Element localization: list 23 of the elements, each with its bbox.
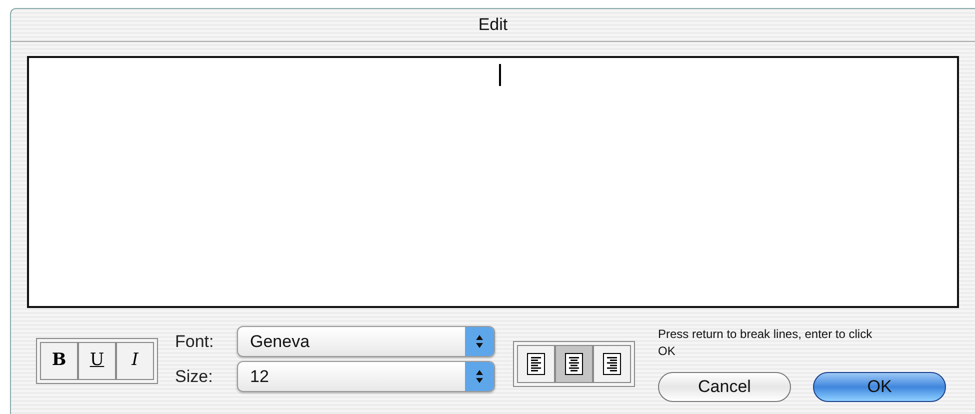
cancel-button[interactable]: Cancel <box>658 372 791 402</box>
align-button[interactable] <box>593 345 631 383</box>
text-cursor <box>499 64 501 86</box>
stepper-arrows-icon <box>465 327 494 356</box>
hint-text: Press return to break lines, enter to click OK <box>658 326 873 360</box>
align-center-icon <box>565 353 583 375</box>
stepper-arrows-icon <box>465 362 494 391</box>
align-left-icon <box>527 353 545 375</box>
size-select[interactable]: 12 <box>237 361 495 392</box>
ok-button[interactable]: OK <box>813 372 946 402</box>
font-select[interactable]: Geneva <box>237 326 495 357</box>
text-style-button[interactable]: B <box>40 342 78 380</box>
text-area[interactable] <box>27 56 959 308</box>
size-label: Size: <box>175 366 214 388</box>
align-button[interactable] <box>517 345 555 383</box>
font-label: Font: <box>175 330 215 353</box>
window-title: Edit <box>478 14 508 36</box>
font-value: Geneva <box>250 330 310 353</box>
align-right-icon <box>603 353 621 375</box>
text-style-button[interactable]: U <box>78 342 116 380</box>
size-value: 12 <box>250 366 269 388</box>
align-button[interactable] <box>555 345 593 383</box>
text-style-button[interactable]: I <box>116 342 154 380</box>
